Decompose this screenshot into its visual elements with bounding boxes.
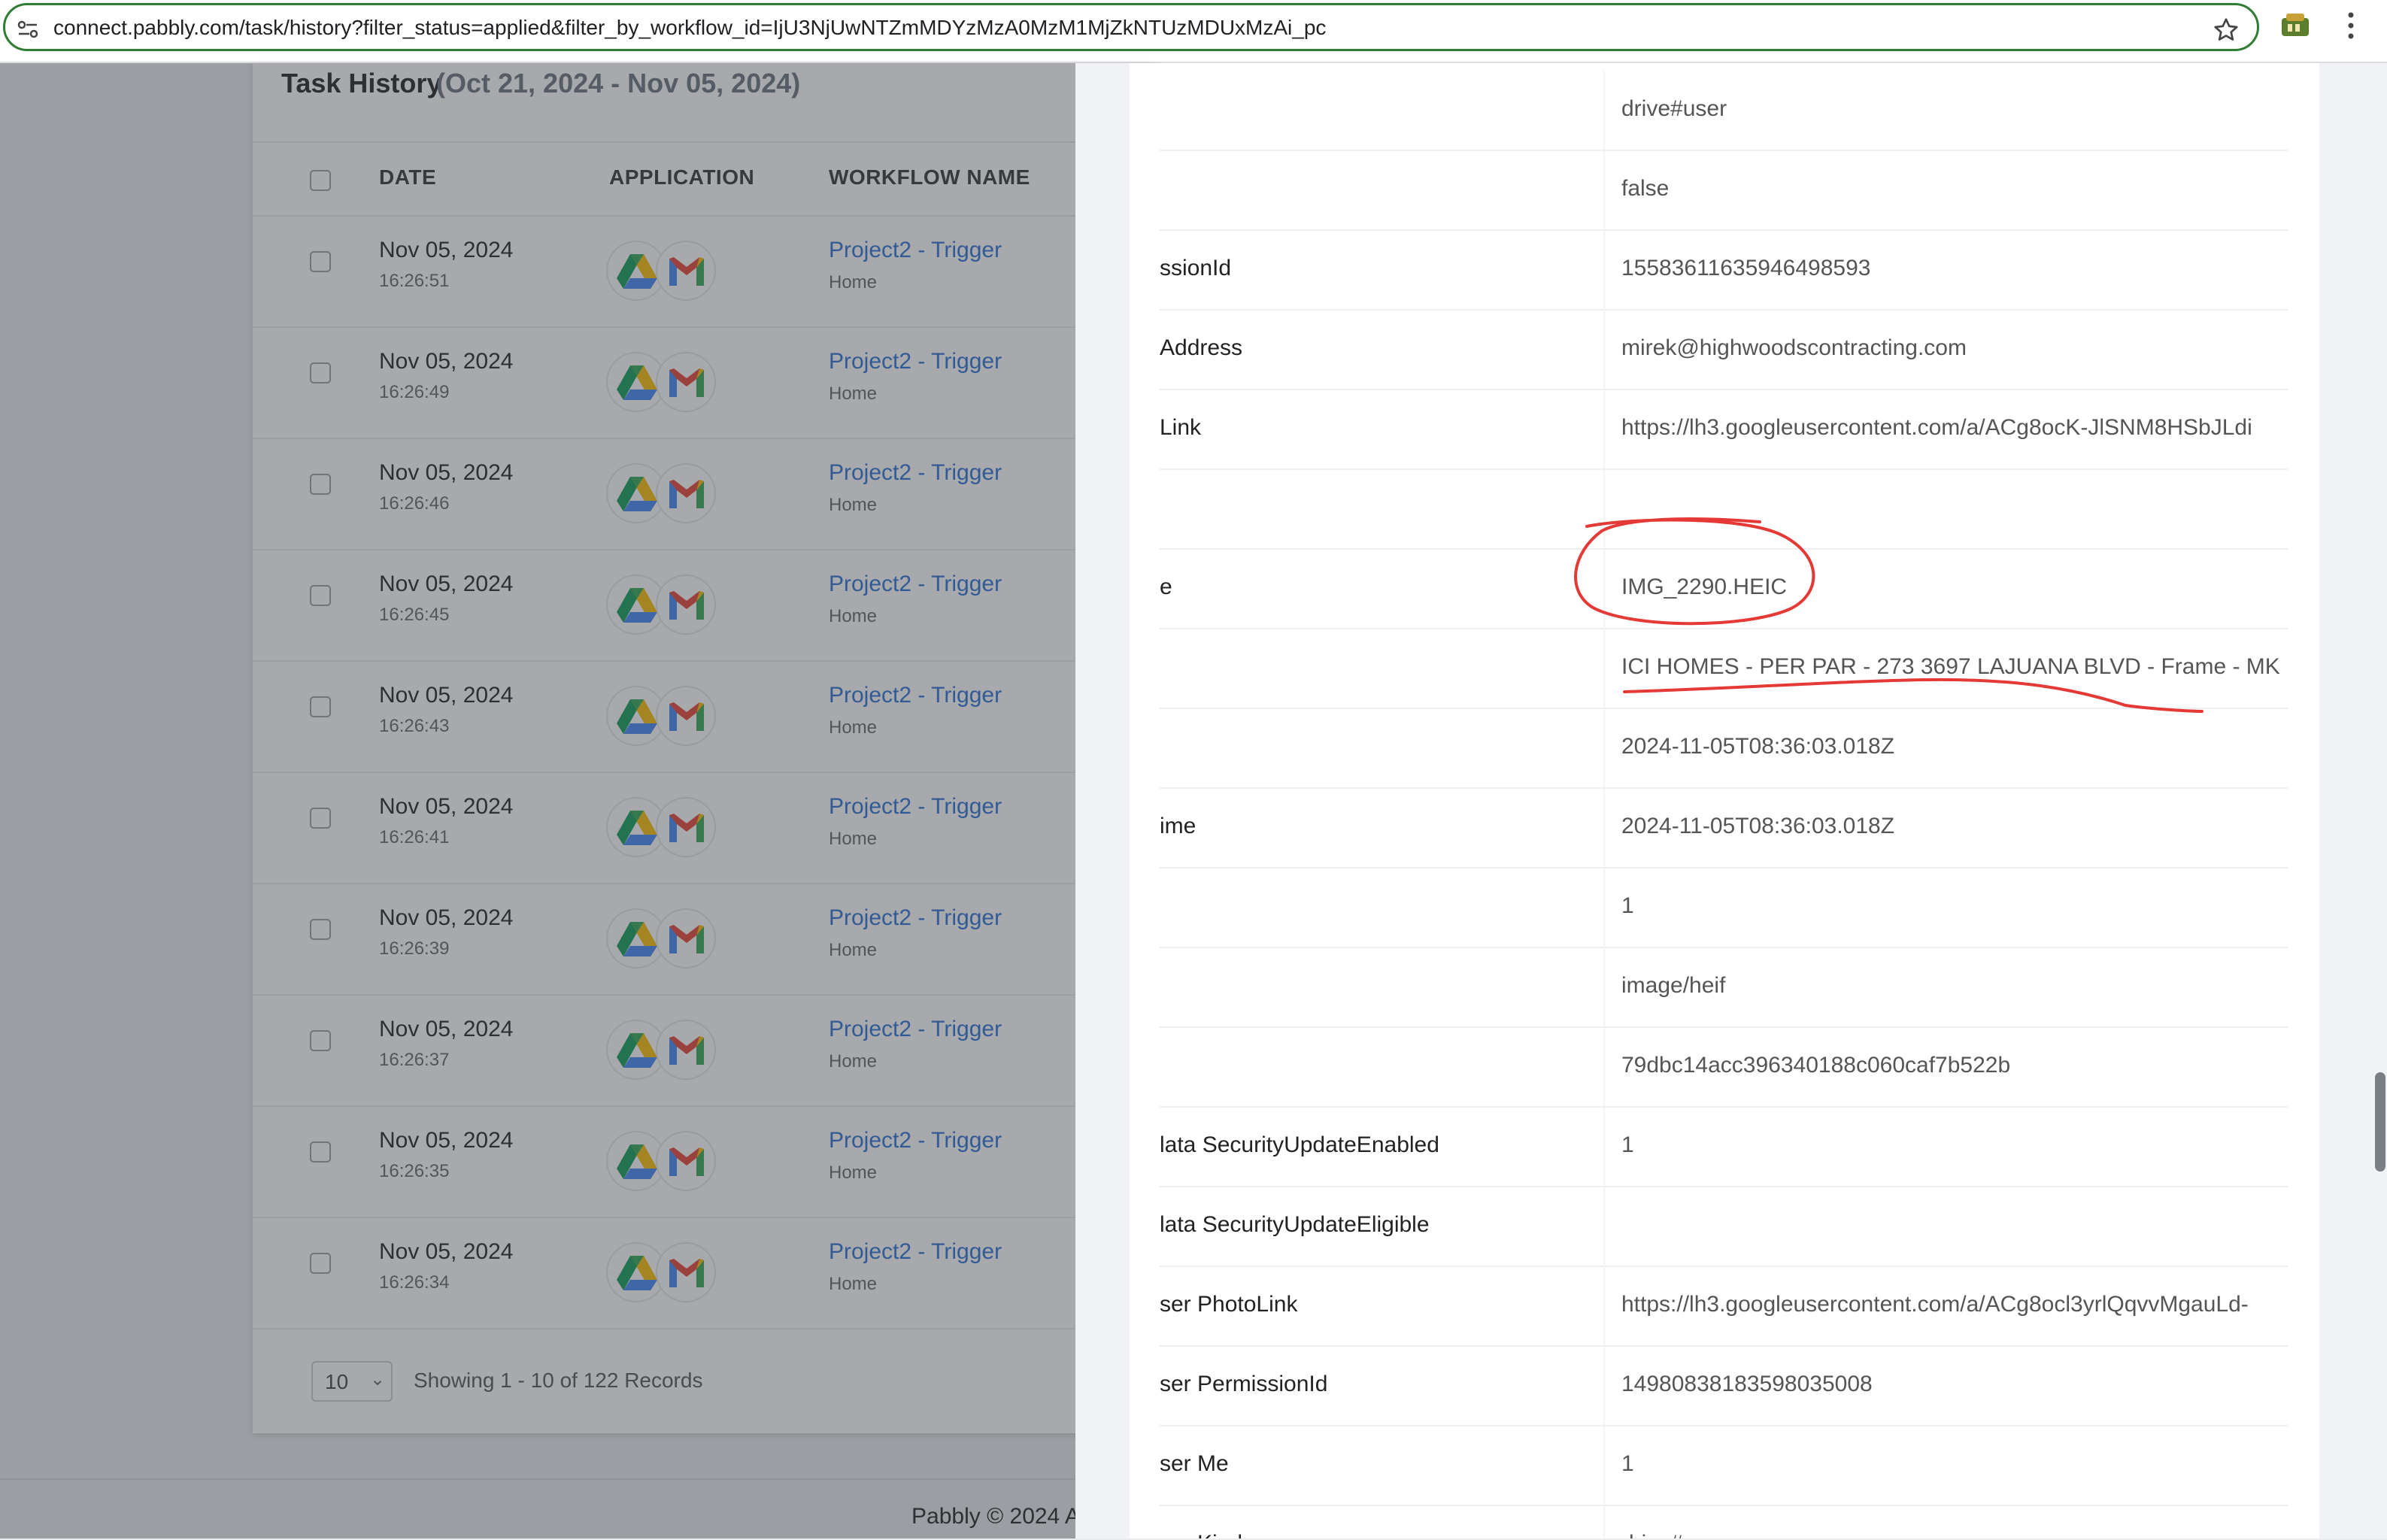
response-value: 1	[1621, 1132, 1634, 1157]
column-divider	[1603, 1505, 1605, 1538]
response-key: lata SecurityUpdateEligible	[1160, 1212, 1430, 1237]
response-row	[1160, 469, 2288, 550]
response-key: Link	[1160, 415, 1202, 440]
column-divider	[1603, 1266, 1605, 1347]
response-value: 1	[1621, 1451, 1634, 1476]
response-row: ssionId 15583611635946498593	[1160, 230, 2288, 311]
response-value: false	[1621, 176, 1670, 201]
response-value: https://lh3.googleusercontent.com/a/ACg8…	[1621, 415, 2252, 440]
response-row: 1	[1160, 868, 2288, 948]
response-value: drive#user	[1621, 96, 1727, 121]
response-row: ser Me 1	[1160, 1426, 2288, 1506]
column-divider	[1603, 1346, 1605, 1426]
response-row: ser PermissionId 14980838183598035008	[1160, 1346, 2288, 1426]
url-text: connect.pabbly.com/task/history?filter_s…	[53, 16, 1327, 39]
response-data-table: drive#user false ssionId 155836116359464985…	[1130, 63, 2319, 1538]
response-row: 2024-11-05T08:36:03.018Z	[1160, 708, 2288, 789]
response-value: 79dbc14acc396340188c060caf7b522b	[1621, 1053, 2011, 1078]
column-divider	[1603, 549, 1605, 629]
modal-backdrop[interactable]	[0, 63, 1075, 1538]
response-key: ser PermissionId	[1160, 1372, 1328, 1396]
response-row: ser Kind drive#user	[1160, 1505, 2288, 1538]
site-info-icon[interactable]	[16, 17, 40, 41]
response-key: ssionId	[1160, 256, 1232, 280]
response-value: mirek@highwoodscontracting.com	[1621, 335, 1967, 360]
column-divider	[1603, 1187, 1605, 1267]
response-key: Address	[1160, 335, 1243, 360]
column-divider	[1603, 1027, 1605, 1108]
column-divider	[1603, 1426, 1605, 1506]
column-divider	[1603, 230, 1605, 311]
browser-toolbar: connect.pabbly.com/task/history?filter_s…	[0, 0, 2387, 63]
column-divider	[1603, 469, 1605, 550]
extension-icon[interactable]	[2279, 9, 2312, 42]
bookmark-star-icon[interactable]	[2213, 17, 2240, 44]
column-divider	[1603, 150, 1605, 231]
column-divider	[1603, 390, 1605, 470]
response-row: ime 2024-11-05T08:36:03.018Z	[1160, 788, 2288, 869]
response-value: 2024-11-05T08:36:03.018Z	[1621, 734, 1895, 759]
column-divider	[1603, 629, 1605, 709]
response-row: ser PhotoLink https://lh3.googleuserconte…	[1160, 1266, 2288, 1347]
response-value: image/heif	[1621, 973, 1726, 998]
column-divider	[1603, 708, 1605, 789]
response-value: https://lh3.googleusercontent.com/a/ACg8…	[1621, 1292, 2249, 1317]
column-divider	[1603, 71, 1605, 151]
response-row: 79dbc14acc396340188c060caf7b522b	[1160, 1027, 2288, 1108]
address-bar[interactable]: connect.pabbly.com/task/history?filter_s…	[3, 3, 2259, 51]
scrollbar-thumb[interactable]	[2375, 1072, 2385, 1172]
response-row: lata SecurityUpdateEnabled 1	[1160, 1107, 2288, 1187]
response-value: 2024-11-05T08:36:03.018Z	[1621, 814, 1895, 838]
response-row: drive#user	[1160, 71, 2288, 151]
response-row: lata SecurityUpdateEligible	[1160, 1187, 2288, 1267]
response-row: image/heif	[1160, 947, 2288, 1028]
column-divider	[1603, 947, 1605, 1028]
response-row: ICI HOMES - PER PAR - 273 3697 LAJUANA B…	[1160, 629, 2288, 709]
response-key: ser PhotoLink	[1160, 1292, 1298, 1317]
response-row: Address mirek@highwoodscontracting.com	[1160, 310, 2288, 390]
response-value: 15583611635946498593	[1621, 256, 1871, 280]
response-key: lata SecurityUpdateEnabled	[1160, 1132, 1439, 1157]
menu-dots-icon[interactable]	[2345, 11, 2357, 41]
response-value: 1	[1621, 893, 1634, 918]
column-divider	[1603, 788, 1605, 869]
response-row: e IMG_2290.HEIC	[1160, 549, 2288, 629]
response-value: drive#user	[1621, 1531, 2283, 1538]
response-row: Link https://lh3.googleusercontent.com/a/…	[1160, 390, 2288, 470]
column-divider	[1603, 868, 1605, 948]
response-value: ICI HOMES - PER PAR - 273 3697 LAJUANA B…	[1621, 654, 2283, 679]
response-key: e	[1160, 574, 1172, 599]
column-divider	[1603, 310, 1605, 390]
response-value: 14980838183598035008	[1621, 1372, 1873, 1396]
response-key: ser Kind	[1160, 1531, 1581, 1538]
task-response-panel: drive#user false ssionId 155836116359464985…	[1075, 63, 2387, 1538]
response-row: false	[1160, 150, 2288, 231]
response-key: ser Me	[1160, 1451, 1229, 1476]
response-key: ime	[1160, 814, 1197, 838]
column-divider	[1603, 1107, 1605, 1187]
response-value: IMG_2290.HEIC	[1621, 574, 1788, 599]
